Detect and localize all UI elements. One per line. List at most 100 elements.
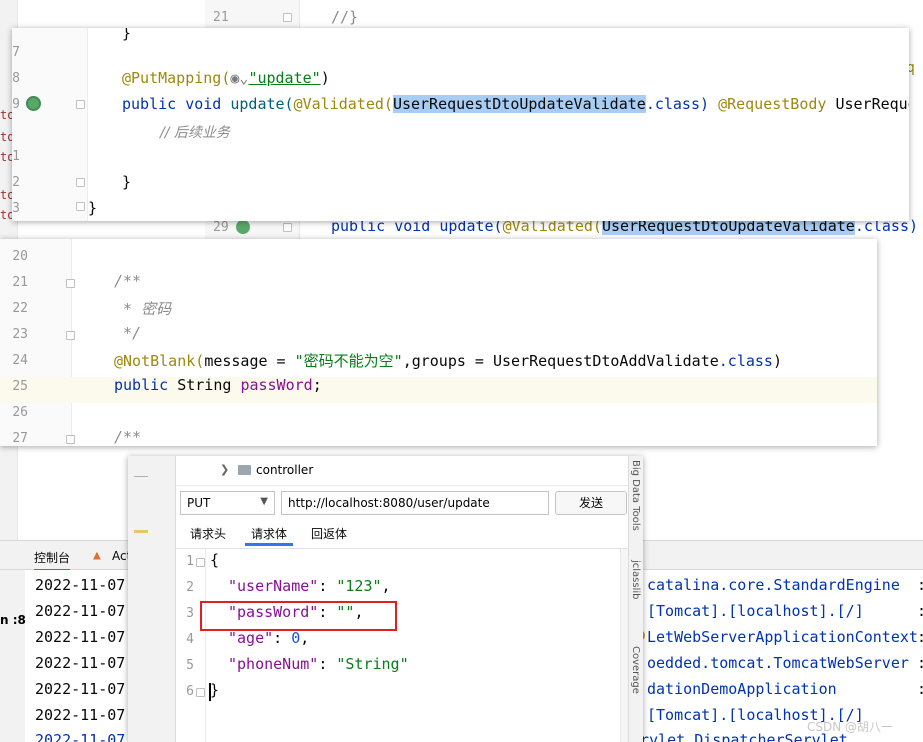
fold-icon[interactable] — [283, 223, 292, 232]
line-number: 1 — [12, 149, 20, 164]
actuator-icon: ▲ — [93, 548, 101, 563]
log-colon: : — [917, 602, 923, 620]
line-number: 27 — [12, 431, 28, 446]
background-line-number: 21 — [213, 10, 229, 25]
tree-item-controller[interactable]: controller — [256, 463, 313, 477]
line-number: 1 — [186, 554, 194, 569]
fold-icon[interactable] — [76, 178, 85, 187]
doc-comment-open: /** — [114, 272, 142, 290]
code-notblank-annotation: @NotBlank(message = "密码不能为空",groups = Us… — [114, 352, 782, 370]
code-snippet-dto: 20 21 22 23 24 25 26 27 /** * 密码 */ @Not… — [0, 239, 877, 446]
line-number: 20 — [12, 249, 28, 264]
code-close-brace-prev: } — [122, 28, 132, 42]
background-code-comment: //} — [331, 8, 359, 26]
log-line: 2022-11-07 — [35, 602, 126, 620]
code-field-declaration: public String passWord; — [114, 376, 322, 394]
doc-comment-close: */ — [114, 324, 142, 342]
doc-comment-open: /** — [114, 428, 142, 446]
log-logger: oedded.tomcat.TomcatWebServer — [647, 654, 909, 672]
json-line-username: "userName": "123", — [228, 577, 391, 595]
line-number: 9 — [12, 97, 20, 112]
fold-icon[interactable] — [76, 202, 85, 211]
line-number: 22 — [12, 301, 28, 316]
rest-client-left-strip — [128, 456, 176, 742]
chevron-down-icon: ▼ — [260, 496, 268, 507]
line-number: 26 — [12, 405, 28, 420]
log-colon: : — [917, 654, 923, 672]
fold-icon[interactable] — [66, 331, 75, 340]
log-logger: LetWebServerApplicationContext — [647, 628, 918, 646]
code-close-brace-method: } — [122, 173, 132, 191]
tree-row[interactable]: ❯ controller — [176, 456, 628, 486]
code-put-mapping: @PutMapping(◉⌄"update") — [122, 69, 330, 87]
json-line-phonenum: "phoneNum": "String" — [228, 655, 409, 673]
doc-comment-text: * 密码 — [114, 300, 172, 318]
json-open-brace: { — [210, 551, 220, 569]
line-number: 4 — [186, 632, 194, 647]
code-close-brace-class: } — [88, 199, 98, 217]
line-number: 8 — [12, 71, 20, 86]
code-method-signature: public void update(@Validated(UserReques… — [122, 95, 909, 113]
http-method-select[interactable]: PUT ▼ — [180, 491, 275, 515]
log-colon: : — [917, 576, 923, 594]
run-gutter-icon[interactable] — [236, 220, 250, 234]
rest-client-panel: ❯ controller PUT ▼ http://localhost:8080… — [128, 456, 643, 742]
line-number: 21 — [12, 275, 28, 290]
editor-scrollbar[interactable] — [620, 549, 628, 742]
log-line: 2022-11-07 — [35, 706, 126, 724]
folder-icon — [238, 465, 251, 475]
log-logger: catalina.core.StandardEngine — [647, 576, 900, 594]
tab-response-body[interactable]: 回返体 — [305, 524, 353, 546]
run-gutter-icon[interactable] — [26, 96, 41, 111]
log-line: 2022-11-07 — [35, 680, 126, 698]
console-gutter — [0, 570, 25, 742]
log-line: 2022-11-07 — [35, 628, 126, 646]
password-highlight-box — [200, 601, 397, 631]
watermark: CSDN @胡八一 — [807, 720, 894, 734]
tab-console[interactable]: 控制台 — [34, 549, 71, 571]
line-number: 25 — [12, 379, 28, 394]
request-body-editor[interactable]: 1 2 3 4 5 6 { "userName": "123", "passWo… — [176, 548, 628, 742]
console-link[interactable]: n :8 — [0, 613, 26, 627]
fold-icon[interactable] — [66, 279, 75, 288]
side-tab-coverage[interactable]: Coverage — [630, 646, 641, 694]
line-number: 3 — [186, 606, 194, 621]
fold-icon[interactable] — [196, 688, 205, 697]
log-colon: : — [917, 680, 923, 698]
http-method-value: PUT — [187, 496, 211, 510]
fold-icon[interactable] — [66, 435, 75, 444]
line-number: 2 — [12, 175, 20, 190]
chevron-right-icon[interactable]: ❯ — [220, 463, 229, 476]
line-number: 5 — [186, 658, 194, 673]
background-line-number: 29 — [213, 220, 229, 235]
background-editor-top — [205, 0, 923, 30]
line-number: 23 — [12, 327, 28, 342]
globe-icon: ◉⌄ — [230, 69, 249, 87]
line-number: 7 — [12, 45, 20, 60]
fold-icon[interactable] — [196, 558, 205, 567]
line-number: 24 — [12, 353, 28, 368]
right-tool-strip: Big Data Tools jclasslib Coverage — [628, 456, 643, 742]
code-comment: // 后续业务 — [160, 125, 230, 141]
fold-icon[interactable] — [283, 13, 292, 22]
url-input[interactable]: http://localhost:8080/user/update — [281, 491, 549, 515]
text-caret — [209, 683, 211, 701]
tab-request-headers[interactable]: 请求头 — [184, 524, 232, 546]
tab-request-body[interactable]: 请求体 — [245, 524, 294, 546]
send-button[interactable]: 发送 — [555, 491, 627, 515]
json-line-age: "age": 0, — [228, 629, 310, 647]
json-close-brace: } — [210, 681, 220, 699]
code-snippet-controller: 7 8 9 1 2 3 } @PutMapping(◉⌄"update") pu… — [12, 28, 909, 221]
side-tab-jclasslib[interactable]: jclasslib — [630, 560, 641, 600]
line-number: 3 — [12, 201, 20, 216]
gutter — [12, 28, 88, 221]
line-number: 6 — [186, 684, 194, 699]
side-tab-big-data-tools[interactable]: Big Data Tools — [630, 460, 641, 531]
log-line: 2022-11-07 — [35, 654, 126, 672]
log-logger: [Tomcat].[localhost].[/] — [647, 602, 864, 620]
log-colon: : — [917, 628, 923, 646]
fold-icon[interactable] — [76, 100, 85, 109]
line-number: 2 — [186, 580, 194, 595]
log-logger: dationDemoApplication — [647, 680, 837, 698]
log-line: 2022-11-07 — [35, 576, 126, 594]
